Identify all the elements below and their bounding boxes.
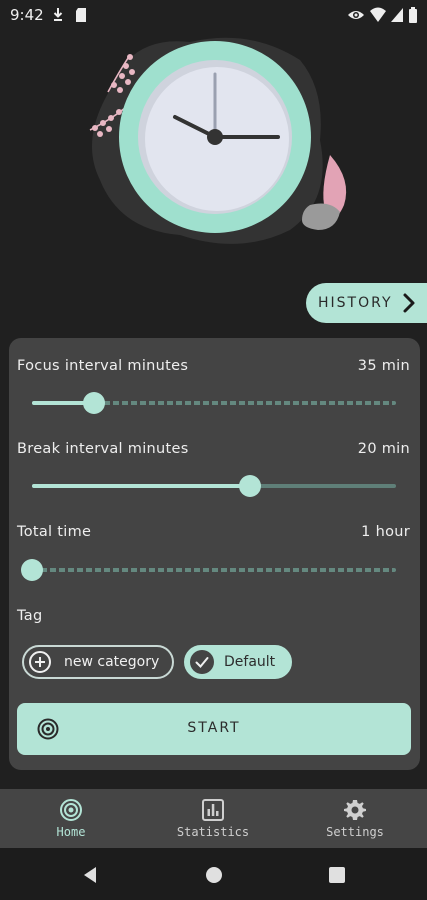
battery-icon bbox=[409, 7, 417, 23]
new-category-label: new category bbox=[64, 654, 160, 670]
chart-icon bbox=[202, 799, 224, 821]
download-icon bbox=[53, 8, 63, 21]
break-interval-value: 20 min bbox=[357, 441, 410, 457]
default-chip[interactable]: Default bbox=[184, 645, 292, 679]
focus-interval-slider[interactable] bbox=[32, 391, 396, 415]
slider-fill bbox=[32, 484, 251, 488]
home-icon[interactable] bbox=[205, 866, 223, 884]
plus-circle-icon bbox=[29, 651, 51, 673]
history-label: HISTORY bbox=[318, 295, 393, 311]
nav-statistics-label: Statistics bbox=[176, 825, 250, 839]
nav-settings-label: Settings bbox=[326, 825, 384, 839]
system-nav-bar bbox=[0, 848, 427, 900]
signal-icon bbox=[391, 8, 403, 22]
status-time: 9:42 bbox=[10, 6, 44, 24]
slider-thumb[interactable] bbox=[239, 475, 262, 497]
gear-icon bbox=[344, 800, 366, 820]
slider-thumb[interactable] bbox=[82, 392, 105, 414]
back-icon[interactable] bbox=[82, 866, 98, 884]
slider-thumb[interactable] bbox=[21, 559, 43, 581]
status-bar: 9:42 bbox=[0, 0, 427, 30]
nav-home-label: Home bbox=[56, 825, 86, 839]
start-button[interactable]: START bbox=[17, 703, 411, 755]
new-category-chip[interactable]: new category bbox=[22, 645, 174, 679]
slider-track bbox=[32, 568, 396, 572]
break-interval-slider[interactable] bbox=[32, 474, 396, 498]
focus-interval-label: Focus interval minutes bbox=[17, 358, 189, 374]
chevron-right-icon bbox=[403, 293, 415, 313]
default-label: Default bbox=[224, 654, 276, 670]
break-interval-label: Break interval minutes bbox=[17, 441, 189, 457]
tag-label: Tag bbox=[17, 608, 43, 624]
total-time-label: Total time bbox=[17, 524, 92, 540]
nav-home[interactable]: Home bbox=[0, 789, 142, 848]
nav-statistics[interactable]: Statistics bbox=[142, 789, 284, 848]
sd-card-icon bbox=[76, 8, 86, 22]
clock-illustration bbox=[89, 37, 347, 244]
bottom-nav: Home Statistics Settings bbox=[0, 789, 427, 848]
total-time-slider[interactable] bbox=[21, 558, 396, 582]
total-time-value: 1 hour bbox=[361, 524, 410, 540]
check-icon bbox=[190, 650, 214, 674]
recents-icon[interactable] bbox=[328, 866, 346, 884]
nav-settings[interactable]: Settings bbox=[284, 789, 426, 848]
history-button[interactable]: HISTORY bbox=[306, 283, 427, 323]
start-label: START bbox=[187, 720, 241, 736]
wifi-icon bbox=[370, 7, 386, 22]
target-icon bbox=[60, 799, 82, 821]
focus-interval-value: 35 min bbox=[357, 358, 410, 374]
eye-icon bbox=[348, 11, 364, 19]
